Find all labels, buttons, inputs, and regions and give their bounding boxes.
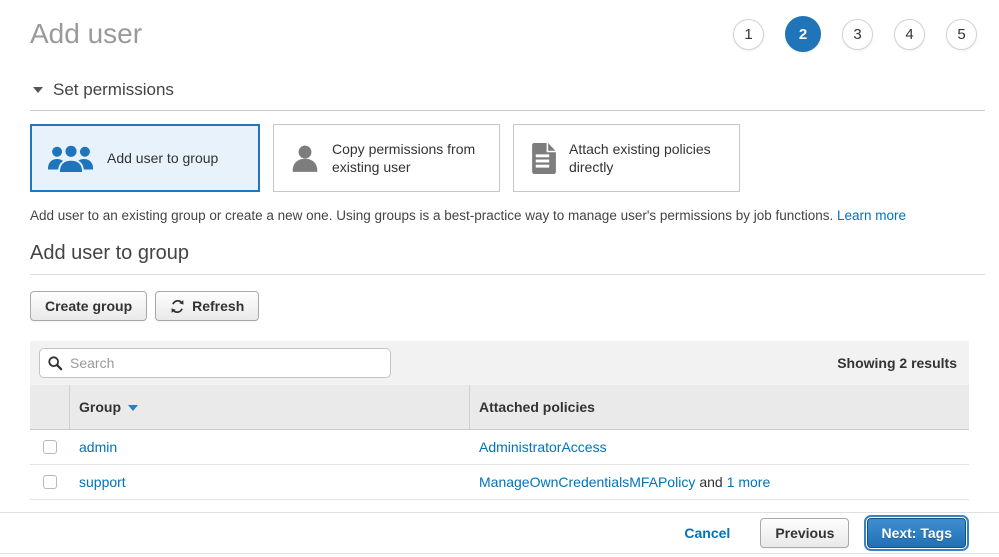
step-indicator: 1 2 3 4 5	[733, 16, 977, 52]
page-header: Add user 1 2 3 4 5	[0, 0, 999, 52]
refresh-button[interactable]: Refresh	[155, 291, 259, 321]
table-header-row: Group Attached policies	[30, 385, 969, 430]
search-icon	[47, 355, 63, 374]
policy-link[interactable]: ManageOwnCredentialsMFAPolicy	[479, 474, 695, 490]
option-attach-policies[interactable]: Attach existing policies directly	[513, 124, 740, 192]
group-link[interactable]: admin	[79, 439, 117, 455]
refresh-label: Refresh	[192, 298, 244, 314]
next-tags-button[interactable]: Next: Tags	[867, 518, 966, 548]
step-4: 4	[894, 19, 925, 50]
groups-table: Showing 2 results Group Attached policie…	[30, 341, 969, 500]
search-box	[39, 348, 391, 378]
row-checkbox[interactable]	[43, 475, 57, 489]
add-user-to-group-heading: Add user to group	[30, 242, 985, 275]
search-input[interactable]	[39, 348, 391, 378]
refresh-icon	[170, 299, 185, 314]
learn-more-link[interactable]: Learn more	[837, 208, 906, 223]
option-label: Attach existing policies directly	[569, 140, 727, 176]
table-row-support: support ManageOwnCredentialsMFAPolicy an…	[30, 465, 969, 500]
user-group-icon	[47, 142, 95, 175]
row-checkbox-cell	[30, 430, 70, 464]
group-cell: support	[70, 465, 470, 499]
table-search-bar: Showing 2 results	[30, 341, 969, 385]
results-count: Showing 2 results	[837, 355, 960, 371]
permission-option-cards: Add user to group Copy permissions from …	[30, 124, 969, 192]
step-3: 3	[842, 19, 873, 50]
set-permissions-title: Set permissions	[53, 80, 174, 100]
row-checkbox-cell	[30, 465, 70, 499]
option-label: Copy permissions from existing user	[332, 140, 487, 176]
create-group-button[interactable]: Create group	[30, 291, 147, 321]
sort-descending-icon	[128, 405, 138, 411]
step-2-current: 2	[785, 16, 821, 52]
policy-join-text: and	[699, 474, 722, 490]
step-5: 5	[946, 19, 977, 50]
cancel-link[interactable]: Cancel	[684, 525, 730, 541]
group-column-label: Group	[79, 399, 121, 415]
policies-cell: AdministratorAccess	[470, 430, 969, 464]
section-description: Add user to an existing group or create …	[30, 208, 969, 224]
option-add-user-to-group[interactable]: Add user to group	[30, 124, 260, 192]
policy-link[interactable]: AdministratorAccess	[479, 439, 607, 455]
policies-cell: ManageOwnCredentialsMFAPolicy and 1 more	[470, 465, 969, 499]
more-policies-link[interactable]: 1 more	[727, 474, 771, 490]
wizard-footer: Cancel Previous Next: Tags	[0, 512, 999, 554]
page-title: Add user	[30, 16, 142, 52]
collapse-caret-icon	[33, 87, 43, 93]
user-icon	[290, 143, 320, 173]
option-copy-permissions[interactable]: Copy permissions from existing user	[273, 124, 500, 192]
row-checkbox[interactable]	[43, 440, 57, 454]
group-cell: admin	[70, 430, 470, 464]
policy-document-icon	[530, 143, 557, 174]
group-link[interactable]: support	[79, 474, 126, 490]
policies-column-label: Attached policies	[479, 399, 595, 415]
table-row-admin: admin AdministratorAccess	[30, 430, 969, 465]
step-1: 1	[733, 19, 764, 50]
description-text: Add user to an existing group or create …	[30, 208, 833, 223]
column-header-group[interactable]: Group	[70, 385, 470, 429]
group-toolbar: Create group Refresh	[30, 291, 999, 321]
set-permissions-section-header[interactable]: Set permissions	[30, 80, 985, 111]
create-group-label: Create group	[45, 298, 132, 314]
previous-button[interactable]: Previous	[760, 518, 849, 548]
option-label: Add user to group	[107, 149, 218, 167]
previous-label: Previous	[775, 525, 834, 541]
column-header-attached-policies: Attached policies	[470, 385, 969, 429]
select-all-cell	[30, 385, 70, 429]
